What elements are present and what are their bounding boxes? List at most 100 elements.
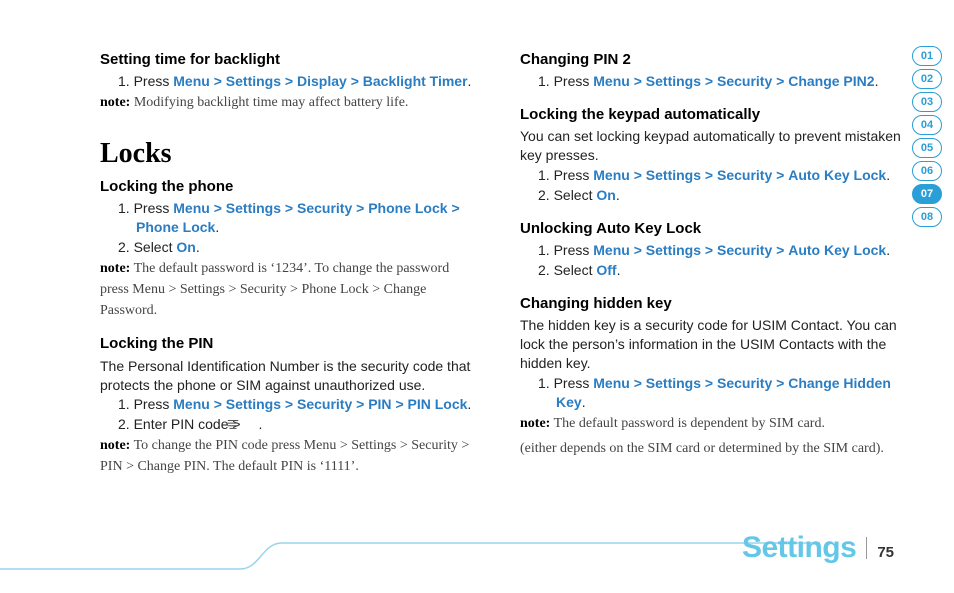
- step: 1. Press Menu > Settings > Security > Au…: [520, 241, 910, 260]
- step: 2. Enter PIN code > .: [100, 415, 480, 434]
- step-text: 1. Press: [538, 73, 593, 89]
- menu-path-item: Settings: [646, 167, 701, 183]
- menu-path-item: Security: [717, 167, 772, 183]
- menu-path-item: Security: [717, 242, 772, 258]
- heading-backlight: Setting time for backlight: [100, 50, 480, 70]
- step: 1. Press Menu > Settings > Security > PI…: [100, 395, 480, 414]
- page-footer: Settings 75: [742, 531, 894, 565]
- path-sep: >: [705, 167, 713, 183]
- menu-path-item: Menu: [593, 167, 630, 183]
- section-title-locks: Locks: [100, 135, 480, 173]
- extra-note: (either depends on the SIM card or deter…: [520, 440, 910, 459]
- step-text: 1. Press: [118, 396, 173, 412]
- intro-text: The Personal Identification Number is th…: [100, 357, 480, 395]
- menu-path-item: Security: [411, 438, 458, 453]
- step: 1. Press Menu > Settings > Security > Ch…: [520, 72, 910, 91]
- step-text: 1. Press: [538, 167, 593, 183]
- chapter-tab-02[interactable]: 02: [912, 69, 942, 89]
- path-sep: >: [705, 375, 713, 391]
- menu-path-item: Menu: [593, 73, 630, 89]
- footer-divider: [866, 537, 867, 559]
- step-text: 2. Select: [538, 187, 596, 203]
- menu-path-item: Settings: [646, 73, 701, 89]
- menu-path-item: Phone Lock: [301, 282, 368, 297]
- footer-swoosh: [0, 531, 820, 571]
- path-sep: >: [776, 242, 784, 258]
- note: note: The default password is dependent …: [520, 413, 910, 434]
- chapter-tab-06[interactable]: 06: [912, 161, 942, 181]
- note: note: The default password is ‘1234’. To…: [100, 258, 480, 321]
- menu-path-item: Change PIN: [137, 459, 206, 474]
- path-sep: >: [776, 73, 784, 89]
- path-sep: >: [356, 200, 364, 216]
- chapter-tab-03[interactable]: 03: [912, 92, 942, 112]
- heading-lock-phone: Locking the phone: [100, 177, 480, 197]
- path-sep: >: [705, 242, 713, 258]
- menu-value-on: On: [596, 187, 615, 203]
- step: 1. Press Menu > Settings > Security > Ph…: [100, 199, 480, 237]
- menu-path-item: PIN Lock: [408, 396, 468, 412]
- chapter-tab-04[interactable]: 04: [912, 115, 942, 135]
- menu-path-item: Auto Key Lock: [788, 242, 886, 258]
- menu-path-item: Settings: [180, 282, 225, 297]
- path-sep: >: [214, 73, 222, 89]
- step-text: 1. Press: [538, 242, 593, 258]
- menu-path-item: Phone Lock: [368, 200, 447, 216]
- path-sep: >: [285, 73, 293, 89]
- note-body: . The default PIN is ‘1111’.: [206, 459, 359, 474]
- menu-path-item: Security: [297, 396, 352, 412]
- chapter-tab-05[interactable]: 05: [912, 138, 942, 158]
- step: 1. Press Menu > Settings > Display > Bac…: [100, 72, 480, 91]
- note-body: The default password is dependent by SIM…: [550, 416, 825, 431]
- menu-path-item: Menu: [593, 242, 630, 258]
- path-sep: >: [214, 396, 222, 412]
- path-sep: >: [285, 200, 293, 216]
- heading-unlock-auto: Unlocking Auto Key Lock: [520, 219, 910, 239]
- menu-path-item: Auto Key Lock: [788, 167, 886, 183]
- path-sep: >: [395, 396, 403, 412]
- step-text: 2. Select: [538, 262, 596, 278]
- step-text: 2. Select: [118, 239, 176, 255]
- menu-path-item: Menu: [593, 375, 630, 391]
- intro-text: You can set locking keypad automatically…: [520, 127, 910, 165]
- note-label: note:: [100, 261, 130, 276]
- left-column: Setting time for backlight 1. Press Menu…: [100, 50, 480, 478]
- heading-change-pin2: Changing PIN 2: [520, 50, 910, 70]
- menu-path-item: Settings: [351, 438, 396, 453]
- path-sep: >: [634, 167, 642, 183]
- menu-path-item: Security: [297, 200, 352, 216]
- chapter-tab-01[interactable]: 01: [912, 46, 942, 66]
- step: 1. Press Menu > Settings > Security > Ch…: [520, 374, 910, 412]
- menu-path-item: Security: [240, 282, 287, 297]
- menu-path-item: Menu: [173, 73, 210, 89]
- menu-path-item: Security: [717, 73, 772, 89]
- menu-path-item: Menu: [132, 282, 165, 297]
- note-label: note:: [520, 416, 550, 431]
- menu-path-item: Settings: [646, 242, 701, 258]
- note-body: Modifying backlight time may affect batt…: [130, 95, 408, 110]
- step-text: 1. Press: [118, 200, 173, 216]
- chapter-tab-08[interactable]: 08: [912, 207, 942, 227]
- footer-section-title: Settings: [742, 531, 856, 565]
- note: note: To change the PIN code press Menu …: [100, 435, 480, 477]
- note-label: note:: [100, 95, 130, 110]
- step-text: 1. Press: [118, 73, 173, 89]
- menu-path-item: Phone Lock: [136, 219, 215, 235]
- menu-path-item: Menu: [173, 396, 210, 412]
- heading-lock-keypad: Locking the keypad automatically: [520, 105, 910, 125]
- menu-path-item: Settings: [226, 396, 281, 412]
- menu-path-item: Change PIN2: [788, 73, 874, 89]
- page-content: Setting time for backlight 1. Press Menu…: [0, 0, 954, 478]
- menu-path-item: Security: [717, 375, 772, 391]
- menu-path-item: Backlight Timer: [363, 73, 468, 89]
- path-sep: >: [285, 396, 293, 412]
- path-sep: >: [776, 375, 784, 391]
- step: 2. Select On.: [520, 186, 910, 205]
- step-text: 1. Press: [538, 375, 593, 391]
- footer-page-number: 75: [877, 544, 894, 561]
- menu-value-off: Off: [596, 262, 616, 278]
- note-body: To change the PIN code press: [130, 438, 303, 453]
- menu-value-on: On: [176, 239, 195, 255]
- right-column: Changing PIN 2 1. Press Menu > Settings …: [520, 50, 910, 478]
- chapter-tab-07[interactable]: 07: [912, 184, 942, 204]
